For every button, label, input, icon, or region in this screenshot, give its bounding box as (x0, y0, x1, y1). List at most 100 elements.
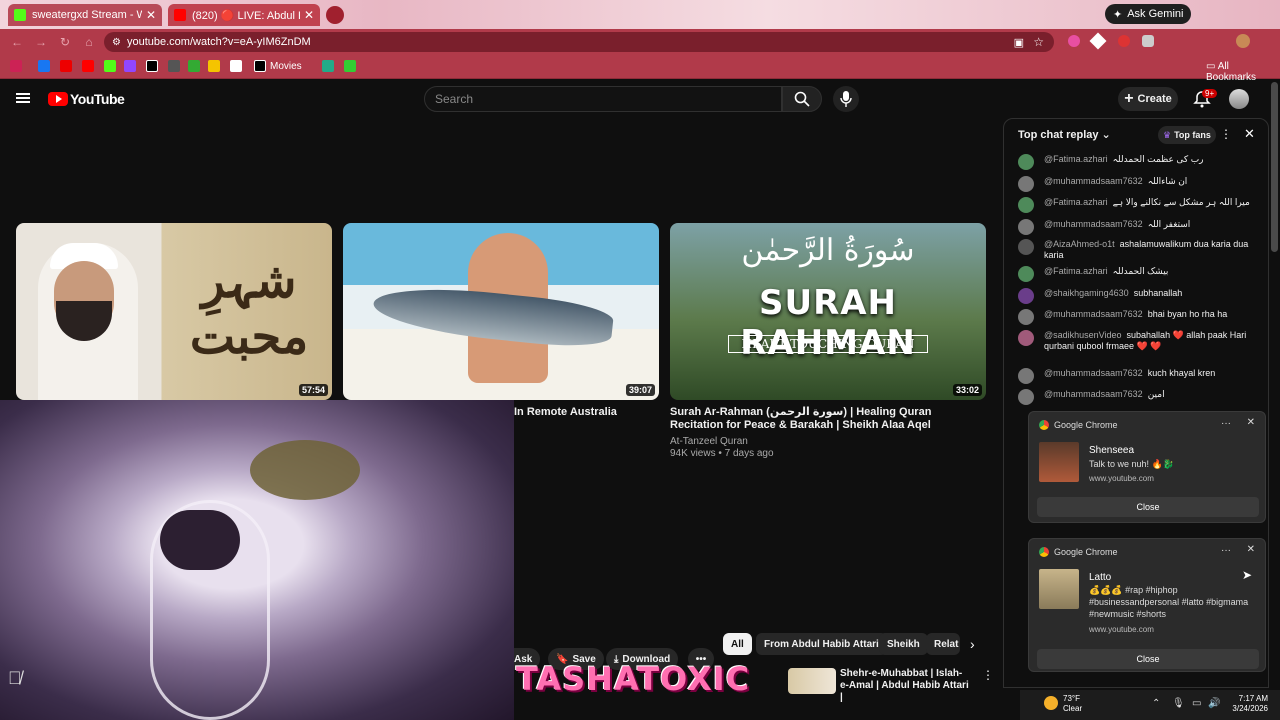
chat-avatar[interactable] (1018, 368, 1034, 384)
site-info-icon[interactable]: ⚙ (112, 37, 121, 48)
chat-avatar[interactable] (1018, 239, 1034, 255)
new-tab-button[interactable] (326, 6, 344, 24)
chat-author[interactable]: @muhammadsaam7632 (1044, 219, 1143, 230)
chip-sheikh[interactable]: Sheikh (879, 633, 928, 655)
extension-icon[interactable] (1142, 35, 1154, 47)
chat-author[interactable]: @sadikhusenVideo (1044, 330, 1122, 340)
movies-bookmark-icon[interactable] (254, 60, 266, 72)
recommended-title[interactable]: Shehr-e-Muhabbat | Islah-e-Amal | Abdul … (840, 668, 970, 704)
netflix-bookmark-icon[interactable] (60, 60, 72, 72)
chevron-right-icon[interactable]: › (970, 636, 975, 652)
chat-avatar[interactable] (1018, 197, 1034, 213)
chat-avatar[interactable] (1018, 309, 1034, 325)
notification-close-button[interactable]: Close (1037, 497, 1259, 517)
twitch-bookmark-icon[interactable] (124, 60, 136, 72)
bookmark-star-icon[interactable]: ☆ (1033, 35, 1044, 49)
chat-close-icon[interactable]: ✕ (1244, 126, 1255, 142)
apps-icon[interactable] (10, 60, 22, 72)
page-scrollbar[interactable] (1271, 82, 1278, 252)
video-channel[interactable]: At-Tanzeel Quran (670, 436, 748, 447)
chat-author[interactable]: @muhammadsaam7632 (1044, 176, 1143, 187)
chat-author[interactable]: @AizaAhmed-o1t (1044, 239, 1115, 249)
ask-gemini-button[interactable]: ✦ Ask Gemini (1105, 4, 1192, 24)
chat-avatar[interactable] (1018, 154, 1034, 170)
search-input[interactable]: Search (424, 86, 782, 112)
notification-close-button[interactable]: Close (1037, 649, 1259, 669)
video-thumbnail-1[interactable]: شہرِ محبت 57:54 (16, 223, 332, 400)
chat-author[interactable]: @Fatima.azhari (1044, 154, 1108, 165)
video-thumbnail-3[interactable]: سُورَةُ الرَّحمٰن SURAH RAHMAN HEART TOU… (670, 223, 986, 400)
tab-close-icon[interactable]: ✕ (304, 8, 314, 22)
bookmark-icon[interactable] (188, 60, 200, 72)
tray-chevron-icon[interactable]: ⌃ (1152, 698, 1160, 709)
chat-author[interactable]: @muhammadsaam7632 (1044, 389, 1143, 400)
chrome-notification-2[interactable]: Google Chrome ··· ✕ Latto 💰💰💰 #rap #hiph… (1028, 538, 1266, 672)
chrome-notification-1[interactable]: Google Chrome ··· ✕ Shenseea Talk to we … (1028, 411, 1266, 523)
network-icon[interactable]: ▭ (1192, 698, 1201, 709)
search-button[interactable] (782, 86, 822, 112)
bookmark-icon[interactable] (344, 60, 356, 72)
chat-avatar[interactable] (1018, 288, 1034, 304)
reload-icon[interactable]: ↻ (58, 35, 72, 49)
top-fans-button[interactable]: ♛ Top fans (1158, 126, 1216, 144)
bookmark-icon[interactable] (322, 60, 334, 72)
video-title-3[interactable]: Surah Ar-Rahman (سورة الرحمن) | Healing … (670, 406, 980, 432)
tab-close-icon[interactable]: ✕ (146, 8, 156, 22)
notification-close-icon[interactable]: ✕ (1247, 544, 1255, 555)
extension-icon[interactable] (1118, 35, 1130, 47)
chat-author[interactable]: @muhammadsaam7632 (1044, 309, 1143, 320)
chat-avatar[interactable] (1018, 176, 1034, 192)
profile-avatar-icon[interactable] (1236, 34, 1250, 48)
movies-bookmark[interactable]: Movies (270, 61, 302, 72)
chat-avatar[interactable] (1018, 266, 1034, 282)
youtube-bookmark-icon[interactable] (82, 60, 94, 72)
tray-mic-icon[interactable]: 🎙 (1172, 698, 1185, 709)
x-bookmark-icon[interactable] (146, 60, 158, 72)
notification-close-icon[interactable]: ✕ (1247, 417, 1255, 428)
url-input[interactable]: ⚙ youtube.com/watch?v=eA-yIM6ZnDM ☆ ▣ (104, 32, 1054, 52)
bookmark-icon[interactable] (230, 60, 242, 72)
back-icon[interactable]: ← (10, 35, 24, 49)
video-title-2[interactable]: In Remote Australia (514, 406, 617, 419)
chip-from-channel[interactable]: From Abdul Habib Attari (756, 633, 887, 655)
chat-author[interactable]: @muhammadsaam7632 (1044, 368, 1143, 379)
notification-count-badge: 9+ (1202, 89, 1218, 98)
system-clock[interactable]: 7:17 AM 3/24/2026 (1228, 694, 1268, 714)
recommended-thumbnail[interactable] (788, 668, 836, 694)
chat-avatar[interactable] (1018, 219, 1034, 235)
tab-youtube-live[interactable]: (820) 🔴 LIVE: Abdul Habib Attari ✕ (168, 4, 320, 26)
extension-icon[interactable] (1068, 35, 1080, 47)
forward-icon[interactable]: → (34, 35, 48, 49)
menu-icon[interactable] (16, 93, 30, 103)
chat-mode-dropdown[interactable]: Top chat replay ⌄ (1018, 128, 1111, 141)
kick-bookmark-icon[interactable] (104, 60, 116, 72)
chat-avatar[interactable] (1018, 330, 1034, 346)
video-thumbnail-2[interactable]: 39:07 (343, 223, 659, 400)
youtube-logo-text[interactable]: YouTube (70, 91, 125, 107)
notification-more-icon[interactable]: ··· (1221, 545, 1231, 556)
facebook-bookmark-icon[interactable] (38, 60, 50, 72)
chip-related[interactable]: Relat (926, 633, 960, 655)
youtube-logo-icon[interactable] (48, 92, 68, 106)
tab-title: sweatergxd Stream - Watch Live (32, 9, 142, 21)
account-avatar[interactable] (1229, 89, 1249, 109)
weather-moon-icon[interactable] (1044, 696, 1058, 710)
voice-search-button[interactable] (833, 86, 859, 112)
chip-all[interactable]: All (723, 633, 752, 655)
chat-author[interactable]: @shaikhgaming4630 (1044, 288, 1129, 299)
weather-widget[interactable]: 73°F Clear (1063, 694, 1082, 714)
install-app-icon[interactable]: ▣ (1014, 36, 1024, 49)
create-button[interactable]: + Create (1118, 87, 1178, 111)
extension-icon[interactable] (1089, 32, 1107, 50)
recommended-menu-icon[interactable]: ⋮ (982, 668, 994, 682)
chat-avatar[interactable] (1018, 389, 1034, 405)
chat-more-icon[interactable]: ⋮ (1220, 127, 1232, 141)
bookmark-icon[interactable] (208, 60, 220, 72)
chat-author[interactable]: @Fatima.azhari (1044, 266, 1108, 277)
chat-author[interactable]: @Fatima.azhari (1044, 197, 1108, 208)
home-icon[interactable]: ⌂ (82, 35, 96, 49)
notification-more-icon[interactable]: ··· (1221, 418, 1231, 429)
tab-sweatergxd[interactable]: sweatergxd Stream - Watch Live ✕ (8, 4, 162, 26)
bookmark-icon[interactable] (168, 60, 180, 72)
volume-icon[interactable]: 🔊 (1208, 698, 1220, 709)
